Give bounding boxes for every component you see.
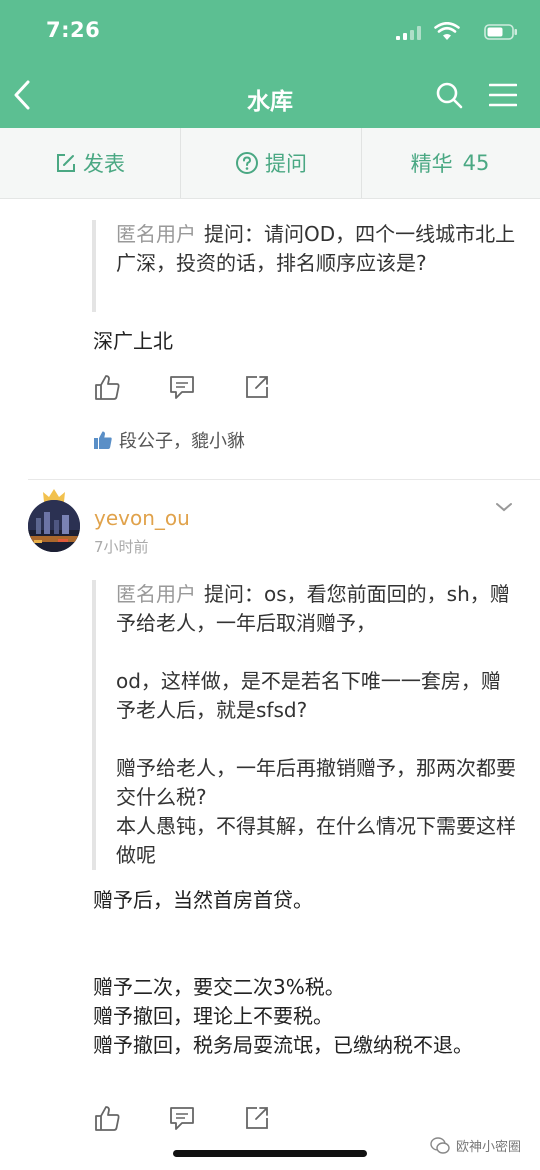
wifi-icon: [434, 22, 460, 40]
answer-text: 深广上北: [93, 329, 173, 353]
post-toolbar: [93, 373, 293, 403]
search-icon[interactable]: [435, 81, 463, 109]
avatar[interactable]: [28, 500, 80, 552]
quote-author: 匿名用户: [116, 582, 196, 606]
likes-row: 段公子，貔小貅: [93, 427, 245, 453]
edit-icon: [57, 154, 75, 172]
ask-button[interactable]: 提问: [180, 128, 362, 198]
quoted-question: 匿名用户 提问：请问OD，四个一线城市北上广深，投资的话，排名顺序应该是?: [92, 220, 516, 312]
post-time: 7小时前: [94, 538, 149, 556]
like-filled-icon: [94, 431, 112, 449]
comment-icon[interactable]: [168, 1104, 196, 1132]
answer-text: 赠予后，当然首房首贷。 赠予二次，要交二次3%税。 赠予撤回，理论上不要税。 赠…: [93, 888, 473, 1057]
signal-icon: [396, 26, 421, 40]
quote-author: 匿名用户: [116, 222, 196, 246]
menu-icon[interactable]: [489, 83, 517, 107]
best-button[interactable]: 精华 45: [360, 128, 540, 198]
chevron-down-icon[interactable]: [494, 500, 514, 514]
post-toolbar: [93, 1104, 293, 1134]
post-label: 发表: [83, 152, 125, 176]
status-time: 7:26: [46, 18, 101, 42]
quote-text: 提问：os，看您前面回的，sh，赠予给老人，一年后取消赠予， od，这样做，是不…: [116, 582, 516, 867]
home-indicator[interactable]: [173, 1150, 367, 1157]
comment-icon[interactable]: [168, 373, 196, 401]
post-button[interactable]: 发表: [0, 128, 180, 198]
battery-icon: [484, 24, 517, 40]
action-bar: 发表 提问 精华 45: [0, 128, 540, 199]
quoted-question: 匿名用户 提问：os，看您前面回的，sh，赠予给老人，一年后取消赠予， od，这样…: [92, 580, 516, 870]
like-icon[interactable]: [93, 373, 121, 401]
watermark-text: 欧神小密圈: [456, 1140, 522, 1155]
status-icons: [388, 22, 518, 42]
share-icon[interactable]: [243, 373, 271, 401]
ask-label: 提问: [265, 152, 307, 176]
best-label: 精华: [410, 152, 453, 176]
question-icon: [236, 152, 258, 174]
like-icon[interactable]: [93, 1104, 121, 1132]
avatar-image: [28, 500, 80, 552]
best-count: 45: [462, 151, 490, 175]
wechat-icon: [430, 1136, 450, 1154]
watermark: 欧神小密圈: [430, 1136, 521, 1155]
divider: [28, 479, 540, 480]
likes-names: 段公子，貔小貅: [119, 431, 245, 452]
username[interactable]: yevon_ou: [94, 506, 190, 530]
top-bar: 7:26 水库: [0, 0, 540, 128]
share-icon[interactable]: [243, 1104, 271, 1132]
